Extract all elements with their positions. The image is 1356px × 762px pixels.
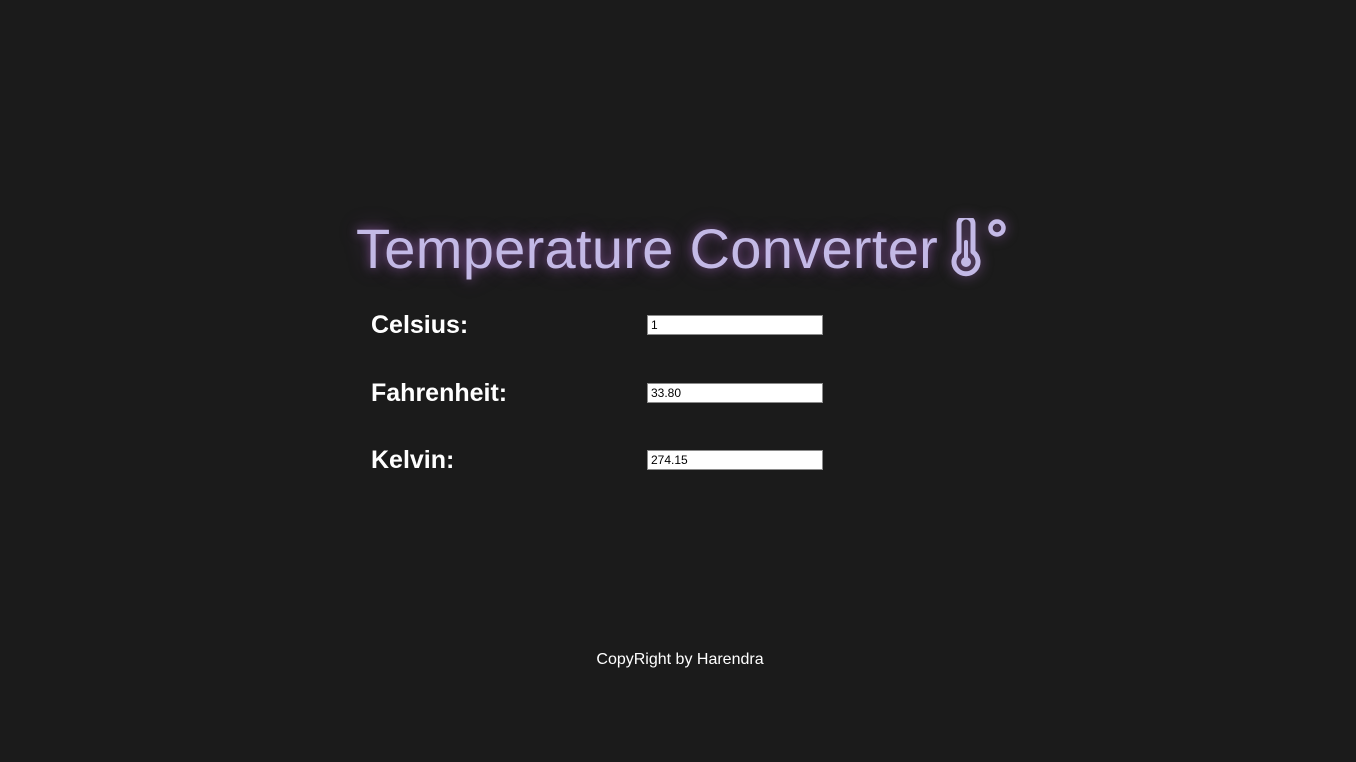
converter-page: Temperature Converter Celsius: Fahrenhei… — [0, 0, 1356, 762]
celsius-label: Celsius: — [371, 311, 469, 339]
kelvin-input[interactable] — [647, 450, 823, 470]
fahrenheit-input[interactable] — [647, 383, 823, 403]
kelvin-row: Kelvin: — [371, 445, 831, 475]
celsius-row: Celsius: — [371, 310, 831, 340]
fahrenheit-row: Fahrenheit: — [371, 378, 831, 408]
page-title: Temperature Converter — [356, 217, 939, 280]
celsius-input[interactable] — [647, 315, 823, 335]
copyright-footer: CopyRight by Harendra — [596, 651, 764, 668]
page-header: Temperature Converter — [356, 214, 1010, 284]
fahrenheit-label: Fahrenheit: — [371, 379, 508, 407]
thermometer-degree-icon — [951, 218, 1006, 277]
kelvin-label: Kelvin: — [371, 446, 455, 474]
